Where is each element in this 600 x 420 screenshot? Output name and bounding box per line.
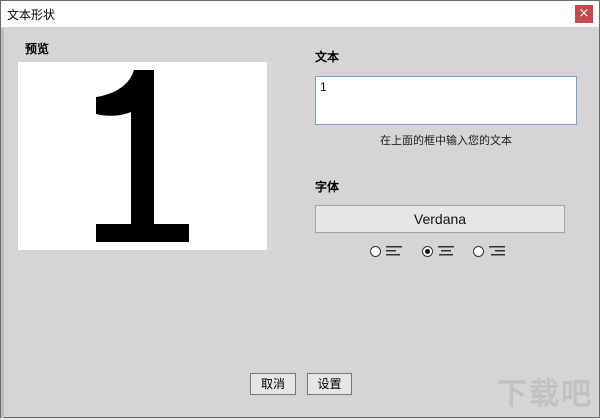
align-center-option[interactable]: [422, 243, 454, 259]
preview-area: [18, 62, 267, 250]
align-right-icon: [489, 246, 505, 256]
cancel-button[interactable]: 取消: [250, 373, 296, 395]
align-center-icon: [438, 246, 454, 256]
text-input[interactable]: [315, 76, 577, 125]
align-right-option[interactable]: [473, 243, 505, 259]
preview-label: 预览: [25, 42, 50, 56]
align-right-radio[interactable]: [473, 245, 484, 257]
align-left-radio[interactable]: [370, 245, 381, 257]
watermark-logo: 下载吧: [497, 377, 593, 412]
close-icon: ×: [578, 6, 590, 21]
align-left-option[interactable]: [370, 243, 402, 259]
text-label: 文本: [315, 50, 340, 64]
text-shape-dialog: 文本形状 × 预览 文本 在上面的框中输入您的文本 字体 Verdana: [0, 0, 600, 418]
preview-glyph: [96, 70, 189, 242]
align-left-icon: [386, 246, 402, 256]
font-label: 字体: [315, 180, 340, 194]
window-title: 文本形状: [7, 8, 56, 22]
font-select-button[interactable]: Verdana: [315, 205, 565, 233]
set-button[interactable]: 设置: [307, 373, 352, 395]
window-edge: [1, 28, 4, 418]
title-bar: 文本形状 ×: [1, 1, 599, 28]
text-hint: 在上面的框中输入您的文本: [380, 134, 512, 147]
close-button[interactable]: ×: [575, 5, 593, 23]
align-center-radio[interactable]: [422, 245, 433, 257]
